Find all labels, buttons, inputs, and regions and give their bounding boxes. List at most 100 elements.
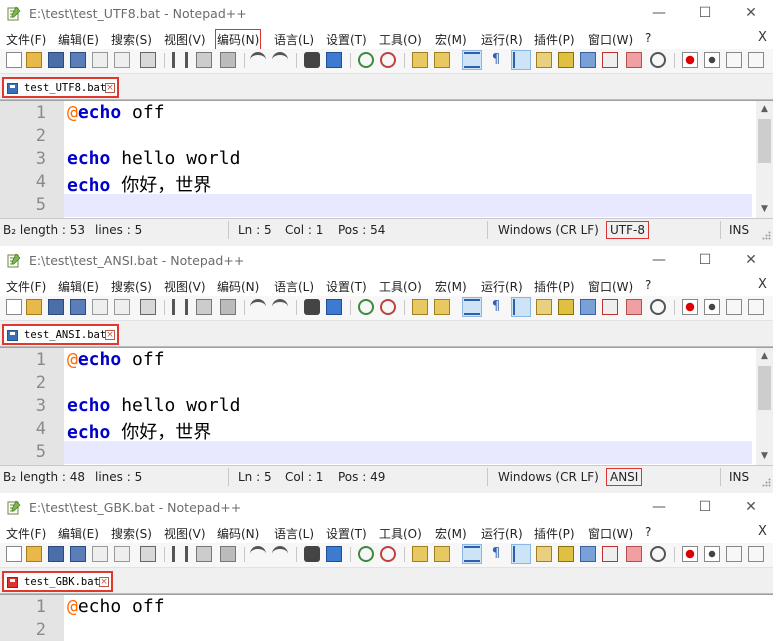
title-bar[interactable]: E:\test\test_ANSI.bat - Notepad++ — ☐ ✕	[0, 247, 773, 274]
menu-edit[interactable]: 编辑(E)	[58, 278, 99, 295]
folder-workspace-icon[interactable]	[602, 52, 618, 68]
monitoring-icon[interactable]	[626, 52, 642, 68]
find-icon[interactable]	[304, 546, 320, 562]
save-all-icon[interactable]	[70, 52, 86, 68]
menu-settings[interactable]: 设置(T)	[326, 31, 367, 48]
zoom-out-icon[interactable]	[380, 52, 396, 68]
maximize-button[interactable]: ☐	[682, 494, 728, 521]
run-macro-multiple-icon[interactable]	[748, 52, 764, 68]
function-list-icon[interactable]	[580, 299, 596, 315]
language-icon[interactable]	[536, 546, 552, 562]
menu-language[interactable]: 语言(L)	[274, 525, 314, 542]
vertical-scrollbar[interactable]: ▲ ▼	[756, 348, 773, 465]
preview-icon[interactable]	[650, 299, 666, 315]
scroll-down-icon[interactable]: ▼	[756, 448, 773, 465]
paste-icon[interactable]	[220, 299, 236, 315]
zoom-out-icon[interactable]	[380, 299, 396, 315]
menu-edit[interactable]: 编辑(E)	[58, 525, 99, 542]
folder-workspace-icon[interactable]	[602, 546, 618, 562]
play-macro-icon[interactable]	[726, 52, 742, 68]
doc-map-icon[interactable]	[558, 52, 574, 68]
record-macro-icon[interactable]	[682, 546, 698, 562]
close-file-icon[interactable]	[92, 299, 108, 315]
run-macro-multiple-icon[interactable]	[748, 299, 764, 315]
menu-encoding[interactable]: 编码(N)	[217, 278, 259, 295]
print-icon[interactable]	[140, 299, 156, 315]
print-icon[interactable]	[140, 52, 156, 68]
menu-search[interactable]: 搜索(S)	[111, 525, 152, 542]
title-bar[interactable]: E:\test\test_GBK.bat - Notepad++ — ☐ ✕	[0, 494, 773, 521]
tab-close-icon[interactable]: ×	[105, 330, 115, 340]
close-window-button[interactable]: ✕	[728, 494, 773, 521]
stop-macro-icon[interactable]	[704, 52, 720, 68]
menu-encoding[interactable]: 编码(N)	[217, 525, 259, 542]
copy-icon[interactable]	[196, 546, 212, 562]
close-window-button[interactable]: ✕	[728, 247, 773, 274]
new-file-icon[interactable]	[6, 546, 22, 562]
sync-horizontal-icon[interactable]	[434, 52, 450, 68]
redo-icon[interactable]	[272, 546, 288, 562]
menu-help[interactable]: ?	[645, 525, 651, 539]
cut-icon[interactable]	[172, 299, 188, 315]
tab-test-gbk[interactable]: test_GBK.bat ×	[2, 571, 113, 592]
close-document-button[interactable]: X	[758, 277, 767, 292]
zoom-in-icon[interactable]	[358, 299, 374, 315]
menu-help[interactable]: ?	[645, 278, 651, 292]
replace-icon[interactable]	[326, 299, 342, 315]
tab-test-ansi[interactable]: test_ANSI.bat ×	[2, 324, 119, 345]
print-icon[interactable]	[140, 546, 156, 562]
menu-macro[interactable]: 宏(M)	[435, 278, 467, 295]
menu-run[interactable]: 运行(R)	[481, 31, 523, 48]
undo-icon[interactable]	[250, 52, 266, 68]
menu-view[interactable]: 视图(V)	[164, 278, 206, 295]
resize-grip-icon[interactable]	[762, 231, 771, 240]
sync-horizontal-icon[interactable]	[434, 299, 450, 315]
paste-icon[interactable]	[220, 546, 236, 562]
menu-plugins[interactable]: 插件(P)	[534, 278, 575, 295]
menu-window[interactable]: 窗口(W)	[588, 525, 633, 542]
zoom-in-icon[interactable]	[358, 546, 374, 562]
close-document-button[interactable]: X	[758, 524, 767, 539]
new-file-icon[interactable]	[6, 299, 22, 315]
language-icon[interactable]	[536, 299, 552, 315]
menu-tools[interactable]: 工具(O)	[379, 278, 422, 295]
stop-macro-icon[interactable]	[704, 546, 720, 562]
editor-area[interactable]: 1 2 @echo off	[0, 594, 773, 641]
find-icon[interactable]	[304, 299, 320, 315]
menu-search[interactable]: 搜索(S)	[111, 31, 152, 48]
monitoring-icon[interactable]	[626, 546, 642, 562]
zoom-in-icon[interactable]	[358, 52, 374, 68]
close-file-icon[interactable]	[92, 546, 108, 562]
menu-language[interactable]: 语言(L)	[274, 31, 314, 48]
open-folder-icon[interactable]	[26, 52, 42, 68]
menu-tools[interactable]: 工具(O)	[379, 525, 422, 542]
zoom-out-icon[interactable]	[380, 546, 396, 562]
save-all-icon[interactable]	[70, 546, 86, 562]
maximize-button[interactable]: ☐	[682, 247, 728, 274]
play-macro-icon[interactable]	[726, 299, 742, 315]
find-icon[interactable]	[304, 52, 320, 68]
menu-view[interactable]: 视图(V)	[164, 31, 206, 48]
vertical-scrollbar[interactable]: ▲ ▼	[756, 101, 773, 218]
menu-run[interactable]: 运行(R)	[481, 278, 523, 295]
menu-edit[interactable]: 编辑(E)	[58, 31, 99, 48]
close-all-icon[interactable]	[114, 299, 130, 315]
undo-icon[interactable]	[250, 299, 266, 315]
tab-close-icon[interactable]: ×	[99, 577, 109, 587]
close-file-icon[interactable]	[92, 52, 108, 68]
sync-vertical-icon[interactable]	[412, 52, 428, 68]
close-window-button[interactable]: ✕	[728, 0, 773, 27]
show-all-chars-icon[interactable]: ¶	[488, 299, 504, 315]
replace-icon[interactable]	[326, 546, 342, 562]
menu-language[interactable]: 语言(L)	[274, 278, 314, 295]
preview-icon[interactable]	[650, 546, 666, 562]
menu-window[interactable]: 窗口(W)	[588, 31, 633, 48]
scroll-up-icon[interactable]: ▲	[756, 101, 773, 118]
cut-icon[interactable]	[172, 52, 188, 68]
menu-file[interactable]: 文件(F)	[6, 525, 46, 542]
menu-plugins[interactable]: 插件(P)	[534, 31, 575, 48]
show-all-chars-icon[interactable]: ¶	[488, 52, 504, 68]
sync-vertical-icon[interactable]	[412, 546, 428, 562]
new-file-icon[interactable]	[6, 52, 22, 68]
sync-vertical-icon[interactable]	[412, 299, 428, 315]
